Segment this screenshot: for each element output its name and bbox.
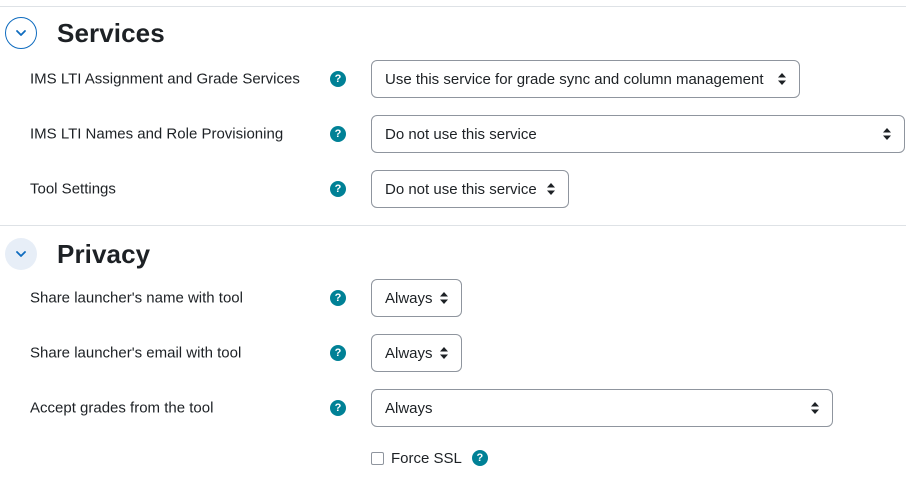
sort-caret-icon (547, 183, 555, 195)
field-label: IMS LTI Names and Role Provisioning (30, 125, 284, 143)
form-row-tool-settings: Tool Settings ? Do not use this service (0, 169, 906, 209)
field-label: Share launcher's name with tool (30, 289, 243, 307)
chevron-down-icon (16, 251, 26, 257)
share-email-select[interactable]: Always (371, 334, 462, 372)
field-label: Tool Settings (30, 180, 116, 198)
tool-settings-select[interactable]: Do not use this service (371, 170, 569, 208)
form-row-accept-grades: Accept grades from the tool ? Always (0, 388, 906, 428)
privacy-section-header: Privacy (0, 236, 150, 272)
help-icon[interactable]: ? (330, 126, 346, 142)
select-value: Always (385, 399, 433, 417)
divider-top (0, 6, 906, 7)
privacy-collapse-toggle[interactable] (5, 238, 37, 270)
help-icon[interactable]: ? (330, 345, 346, 361)
form-row-share-email: Share launcher's email with tool ? Alway… (0, 333, 906, 373)
accept-grades-select[interactable]: Always (371, 389, 833, 427)
field-label: Share launcher's email with tool (30, 344, 242, 362)
select-value: Use this service for grade sync and colu… (385, 70, 764, 88)
select-value: Do not use this service (385, 125, 537, 143)
field-label: Accept grades from the tool (30, 399, 214, 417)
help-icon[interactable]: ? (330, 71, 346, 87)
assignment-grade-services-select[interactable]: Use this service for grade sync and colu… (371, 60, 800, 98)
divider-services-privacy (0, 225, 906, 226)
settings-form: Services IMS LTI Assignment and Grade Se… (0, 0, 906, 480)
select-value: Always (385, 289, 433, 307)
sort-caret-icon (811, 402, 819, 414)
select-value: Do not use this service (385, 180, 537, 198)
services-collapse-toggle[interactable] (5, 17, 37, 49)
services-section-title: Services (57, 17, 165, 48)
form-row-assignment-grade-services: IMS LTI Assignment and Grade Services ? … (0, 59, 906, 99)
field-label: IMS LTI Assignment and Grade Services (30, 70, 300, 88)
form-row-names-role-provisioning: IMS LTI Names and Role Provisioning ? Do… (0, 114, 906, 154)
services-section-header: Services (0, 15, 165, 51)
select-value: Always (385, 344, 433, 362)
share-name-select[interactable]: Always (371, 279, 462, 317)
sort-caret-icon (778, 73, 786, 85)
force-ssl-row: Force SSL ? (371, 447, 488, 469)
sort-caret-icon (440, 347, 448, 359)
chevron-down-icon (16, 30, 26, 36)
help-icon[interactable]: ? (330, 400, 346, 416)
form-row-share-name: Share launcher's name with tool ? Always (0, 278, 906, 318)
sort-caret-icon (883, 128, 891, 140)
force-ssl-checkbox[interactable] (371, 451, 384, 465)
sort-caret-icon (440, 292, 448, 304)
help-icon[interactable]: ? (330, 181, 346, 197)
help-icon[interactable]: ? (471, 450, 488, 466)
privacy-section-title: Privacy (57, 238, 151, 269)
names-role-provisioning-select[interactable]: Do not use this service (371, 115, 905, 153)
help-icon[interactable]: ? (330, 290, 346, 306)
force-ssl-label[interactable]: Force SSL (391, 450, 462, 467)
